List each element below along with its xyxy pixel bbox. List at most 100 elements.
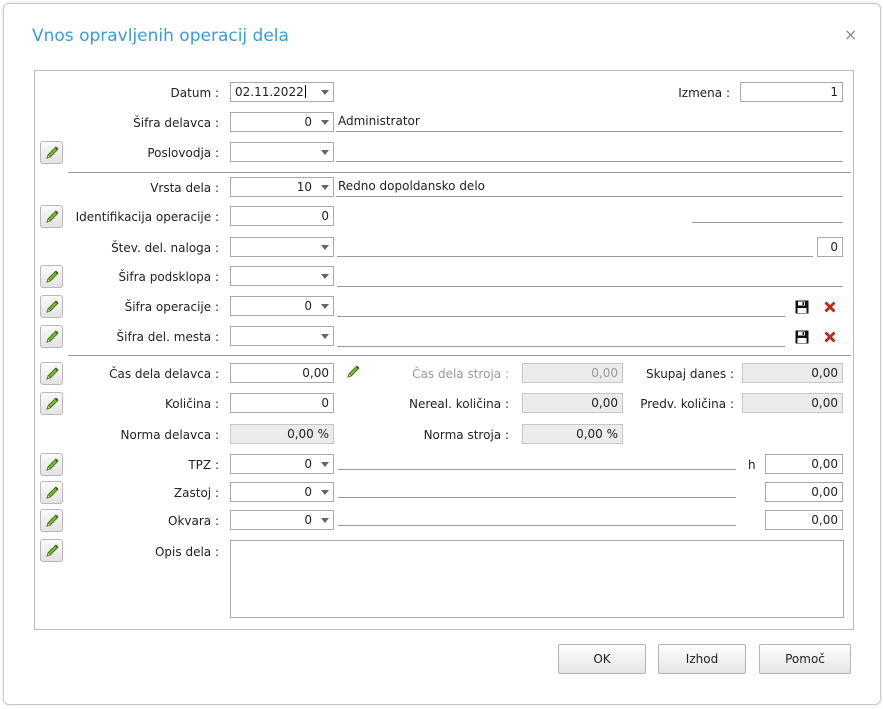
sifra-podsklopa-label: Šifra podsklopa :: [118, 270, 219, 284]
opis-dela-label: Opis dela :: [154, 545, 219, 559]
izmena-input[interactable]: 1: [740, 82, 843, 102]
okvara-hours-input[interactable]: 0,00: [765, 510, 843, 530]
stev-naloga-label: Štev. del. naloga :: [111, 241, 219, 255]
tpz-hours-input[interactable]: 0,00: [765, 454, 843, 474]
opis-dela-textarea[interactable]: [230, 540, 844, 618]
pencil-icon: [44, 329, 60, 345]
izhod-button[interactable]: Izhod: [658, 644, 746, 674]
sifra-podsklopa-combo[interactable]: [230, 266, 334, 286]
cas-delavca-label: Čas dela delavca :: [109, 367, 219, 381]
vrsta-dela-name: Redno dopoldansko delo: [336, 176, 843, 197]
close-icon[interactable]: ×: [844, 27, 857, 43]
chevron-down-icon[interactable]: [321, 185, 329, 190]
zastoj-label: Zastoj :: [173, 486, 219, 500]
poslovodja-name: [336, 141, 843, 162]
chevron-down-icon[interactable]: [321, 274, 329, 279]
chevron-down-icon[interactable]: [321, 462, 329, 467]
floppy-disk-icon[interactable]: [794, 329, 810, 345]
kolicina-input[interactable]: 0: [230, 393, 334, 413]
pencil-icon: [44, 269, 60, 285]
identifikacija-input[interactable]: 0: [230, 206, 334, 226]
tpz-combo[interactable]: 0: [230, 454, 334, 474]
red-x-icon[interactable]: [822, 299, 838, 315]
edit-kolicina-button[interactable]: [40, 392, 63, 415]
izmena-label: Izmena :: [678, 86, 730, 100]
edit-podsklop-button[interactable]: [40, 265, 63, 288]
delavec-name: Administrator: [336, 111, 843, 132]
sifra-mesta-description: [337, 346, 785, 347]
text-cursor: [304, 85, 306, 98]
nereal-kolicina-label: Nereal. količina :: [408, 397, 509, 411]
edit-mesto-button[interactable]: [40, 325, 63, 348]
chevron-down-icon[interactable]: [321, 150, 329, 155]
dialog-title: Vnos opravljenih operacij dela: [32, 26, 289, 46]
chevron-down-icon[interactable]: [321, 334, 329, 339]
edit-operacija-button[interactable]: [40, 295, 63, 318]
stev-naloga-combo[interactable]: [230, 237, 334, 257]
datum-field[interactable]: 02.11.2022: [230, 82, 334, 102]
floppy-disk-icon[interactable]: [794, 299, 810, 315]
pencil-icon: [345, 364, 361, 380]
poslovodja-label: Poslovodja :: [147, 146, 219, 160]
norma-stroja-field: 0,00 %: [522, 424, 623, 444]
cas-delavca-input[interactable]: 0,00: [230, 363, 334, 383]
pencil-icon: [44, 396, 60, 412]
tpz-label: TPZ :: [188, 458, 219, 472]
edit-tpz-button[interactable]: [40, 453, 63, 476]
okvara-combo[interactable]: 0: [230, 510, 334, 530]
edit-poslovodja-button[interactable]: [40, 141, 63, 164]
cas-stroja-field: 0,00: [522, 363, 623, 383]
chevron-down-icon[interactable]: [321, 518, 329, 523]
sifra-operacije-value: 0: [304, 299, 312, 313]
norma-delavca-field: 0,00 %: [230, 424, 334, 444]
divider: [68, 355, 851, 356]
cas-stroja-label: Čas dela stroja :: [412, 367, 509, 381]
sifra-delavca-label: Šifra delavca :: [133, 116, 219, 130]
edit-opis-button[interactable]: [40, 539, 63, 562]
zastoj-description: [338, 497, 736, 498]
skupaj-danes-field: 0,00: [742, 363, 843, 383]
sifra-podsklopa-description: [337, 286, 843, 287]
zastoj-hours-input[interactable]: 0,00: [765, 482, 843, 502]
vrsta-dela-combo[interactable]: 10: [230, 177, 334, 197]
vrsta-dela-label: Vrsta dela :: [150, 181, 219, 195]
zastoj-value: 0: [304, 485, 312, 499]
nereal-kolicina-field: 0,00: [522, 393, 623, 413]
norma-delavca-label: Norma delavca :: [120, 428, 220, 442]
red-x-icon[interactable]: [822, 329, 838, 345]
edit-cas-delavca-button[interactable]: [40, 362, 63, 385]
sifra-mesta-combo[interactable]: [230, 326, 334, 346]
chevron-down-icon[interactable]: [321, 304, 329, 309]
okvara-description: [338, 525, 736, 526]
chevron-down-icon[interactable]: [321, 90, 329, 95]
identifikacija-description: [692, 222, 843, 223]
chevron-down-icon[interactable]: [321, 245, 329, 250]
hours-unit-label: h: [748, 458, 756, 472]
predv-kolicina-field: 0,00: [742, 393, 843, 413]
pencil-icon: [44, 513, 60, 529]
pencil-icon: [44, 299, 60, 315]
kolicina-label: Količina :: [164, 397, 219, 411]
edit-zastoj-button[interactable]: [40, 481, 63, 504]
poslovodja-combo[interactable]: [230, 142, 334, 162]
pencil-icon: [44, 209, 60, 225]
ok-button[interactable]: OK: [558, 644, 646, 674]
sifra-operacije-combo[interactable]: 0: [230, 296, 334, 316]
okvara-label: Okvara :: [168, 514, 219, 528]
stev-naloga-count-input[interactable]: 0: [817, 237, 843, 257]
pomoc-button[interactable]: Pomoč: [759, 644, 851, 674]
divider: [68, 172, 851, 173]
sifra-delavca-combo[interactable]: 0: [230, 112, 334, 132]
edit-cas-stroja-button[interactable]: [343, 362, 363, 382]
chevron-down-icon[interactable]: [321, 490, 329, 495]
chevron-down-icon[interactable]: [321, 120, 329, 125]
zastoj-combo[interactable]: 0: [230, 482, 334, 502]
pencil-icon: [44, 366, 60, 382]
edit-okvara-button[interactable]: [40, 509, 63, 532]
sifra-delavca-value: 0: [304, 115, 312, 129]
pencil-icon: [44, 457, 60, 473]
identifikacija-label: Identifikacija operacije :: [75, 210, 219, 224]
sifra-mesta-label: Šifra del. mesta :: [116, 330, 219, 344]
edit-identifikacija-button[interactable]: [40, 205, 63, 228]
okvara-value: 0: [304, 513, 312, 527]
